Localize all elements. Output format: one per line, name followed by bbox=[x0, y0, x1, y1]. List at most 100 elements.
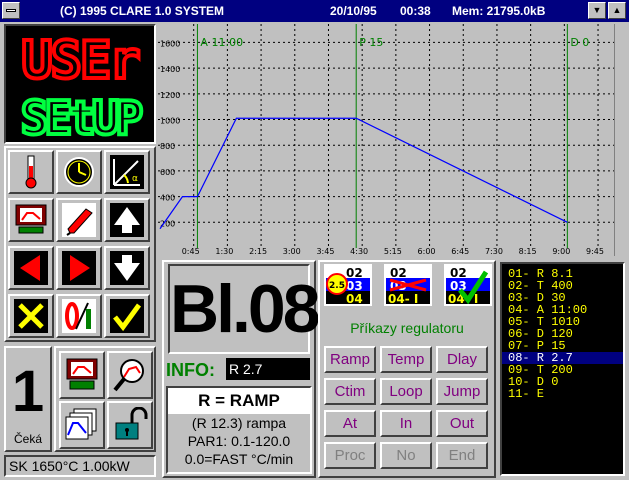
info-line-3: 0.0=FAST °C/min bbox=[184, 451, 294, 467]
arrow-right-button[interactable] bbox=[56, 246, 102, 290]
title-bar: (C) 1995 CLARE 1.0 SYSTEM 20/10/95 00:38… bbox=[0, 0, 629, 22]
chart-background bbox=[158, 24, 614, 256]
cancel-button[interactable] bbox=[8, 294, 54, 338]
temperature-chart: 1600 1400 1200 1000 800 600 400 200 0:45 1:30 2:15… bbox=[158, 24, 614, 256]
svg-text:2.5: 2.5 bbox=[329, 281, 345, 291]
clock-icon bbox=[64, 157, 94, 187]
event-marker-label: D 0 bbox=[570, 36, 589, 49]
arrow-up-button[interactable] bbox=[104, 198, 150, 242]
svg-text:04- I: 04- I bbox=[388, 292, 418, 304]
program-line[interactable]: 11- E bbox=[502, 388, 623, 400]
time-readout: 00:38 bbox=[400, 4, 431, 18]
program-list[interactable]: 01- R 8.1 02- T 400 03- D 30 04- A 11:00 05-… bbox=[500, 262, 625, 476]
cmd-loop[interactable]: Loop bbox=[380, 378, 432, 405]
chart-scrollbar[interactable] bbox=[614, 24, 629, 256]
cmd-in[interactable]: In bbox=[380, 410, 432, 437]
cmd-end[interactable]: End bbox=[436, 442, 488, 469]
step-state: Čeká bbox=[13, 432, 42, 446]
y-tick-label: 1400 bbox=[160, 65, 180, 74]
cmd-ramp[interactable]: Ramp bbox=[324, 346, 376, 373]
arrow-down-button[interactable] bbox=[104, 246, 150, 290]
cmd-proc[interactable]: Proc bbox=[324, 442, 376, 469]
x-tick-label: 8:15 bbox=[519, 247, 537, 256]
info-description: R = RAMP (R 12.3) rampa PAR1: 0.1-120.0 … bbox=[166, 386, 312, 474]
confirm-button[interactable] bbox=[104, 294, 150, 338]
on-off-icon bbox=[62, 299, 96, 333]
y-tick-label: 400 bbox=[160, 194, 175, 203]
temperature-chart-panel: 1600 1400 1200 1000 800 600 400 200 0:45 1:30 2:15… bbox=[158, 24, 614, 256]
x-tick-label: 7:30 bbox=[485, 247, 503, 256]
mode-line-2: SEtUP bbox=[21, 91, 142, 142]
tool-panel: α bbox=[4, 146, 156, 342]
event-marker-label: A 11:00 bbox=[200, 36, 243, 49]
info-value: R 2.7 bbox=[226, 358, 310, 380]
x-tick-label: 0:45 bbox=[182, 247, 200, 256]
cross-icon bbox=[14, 299, 48, 333]
monitor-view-button[interactable] bbox=[59, 351, 105, 399]
x-tick-label: 1:30 bbox=[215, 247, 233, 256]
zoom-button[interactable] bbox=[107, 351, 153, 399]
cmd-ctim[interactable]: Ctim bbox=[324, 378, 376, 405]
edit-pencil-button[interactable] bbox=[56, 198, 102, 242]
cmd-out[interactable]: Out bbox=[436, 410, 488, 437]
svg-text:04: 04 bbox=[346, 292, 363, 304]
monitor-button[interactable] bbox=[8, 198, 54, 242]
y-tick-label: 800 bbox=[160, 142, 175, 151]
y-tick-label: 200 bbox=[160, 219, 175, 228]
program-delete-icon: 02 03 04- I bbox=[386, 266, 430, 306]
maximize-button[interactable]: ▲ bbox=[608, 2, 626, 19]
svg-text:02: 02 bbox=[450, 266, 467, 280]
graphs-button[interactable] bbox=[59, 401, 105, 449]
x-tick-label: 6:45 bbox=[451, 247, 469, 256]
toggle-button[interactable] bbox=[56, 294, 102, 338]
cmd-temp[interactable]: Temp bbox=[380, 346, 432, 373]
cmd-no[interactable]: No bbox=[380, 442, 432, 469]
program-view-button-2[interactable]: 02 03 04- I bbox=[384, 264, 432, 306]
cmd-at[interactable]: At bbox=[324, 410, 376, 437]
program-confirm-icon: 02 03 04- I bbox=[446, 266, 490, 306]
step-number: 1 bbox=[11, 359, 45, 424]
window-title: (C) 1995 CLARE 1.0 SYSTEM bbox=[60, 4, 225, 18]
commands-panel: 02 03 04 2.5 02 03 04- I 02 03 04- I Pří… bbox=[318, 260, 496, 478]
system-menu-button[interactable] bbox=[2, 2, 20, 19]
function-panel bbox=[54, 346, 156, 452]
program-icons: 02 03 04 2.5 02 03 04- I 02 03 04- I bbox=[324, 264, 494, 314]
x-tick-label: 2:15 bbox=[249, 247, 267, 256]
program-list-icon: 02 03 04 2.5 bbox=[326, 266, 370, 306]
magnifier-icon bbox=[113, 359, 144, 392]
program-view-button-3[interactable]: 02 03 04- I bbox=[444, 264, 492, 306]
mode-line-1: USEr bbox=[21, 31, 139, 91]
program-view-button-1[interactable]: 02 03 04 2.5 bbox=[324, 264, 372, 306]
clock-button[interactable] bbox=[56, 150, 102, 194]
svg-text:03: 03 bbox=[450, 279, 467, 293]
x-tick-label: 9:00 bbox=[552, 247, 570, 256]
info-line-2: PAR1: 0.1-120.0 bbox=[187, 433, 291, 449]
cmd-dlay[interactable]: Dlay bbox=[436, 346, 488, 373]
mode-led-text: USEr SEtUP bbox=[19, 29, 148, 147]
commands-title: Příkazy regulatoru bbox=[350, 320, 464, 336]
memory-readout: Mem: 21795.0kB bbox=[452, 4, 546, 18]
monitor-icon bbox=[66, 358, 98, 390]
graph-pages-icon bbox=[65, 408, 97, 440]
checkmark-icon bbox=[110, 299, 144, 333]
unlock-button[interactable] bbox=[107, 401, 153, 449]
furnace-status: SK 1650°C 1.00kW bbox=[4, 455, 156, 477]
thermometer-button[interactable] bbox=[8, 150, 54, 194]
info-line-1: (R 12.3) rampa bbox=[191, 415, 287, 431]
padlock-open-icon bbox=[115, 407, 148, 440]
x-tick-label: 5:15 bbox=[384, 247, 402, 256]
svg-text:02: 02 bbox=[346, 266, 363, 280]
block-label: Bl.08 bbox=[170, 271, 321, 347]
ramp-graph-icon: α bbox=[110, 155, 144, 189]
date-readout: 20/10/95 bbox=[330, 4, 377, 18]
arrow-left-icon bbox=[14, 251, 48, 285]
y-tick-label: 1600 bbox=[160, 39, 180, 48]
info-label: INFO: bbox=[166, 360, 215, 380]
ramp-graph-button[interactable]: α bbox=[104, 150, 150, 194]
info-heading: R = RAMP bbox=[168, 388, 310, 414]
arrow-right-icon bbox=[62, 251, 96, 285]
minimize-button[interactable]: ▼ bbox=[588, 2, 606, 19]
arrow-left-button[interactable] bbox=[8, 246, 54, 290]
arrow-down-icon bbox=[110, 251, 144, 285]
cmd-jump[interactable]: Jump bbox=[436, 378, 488, 405]
